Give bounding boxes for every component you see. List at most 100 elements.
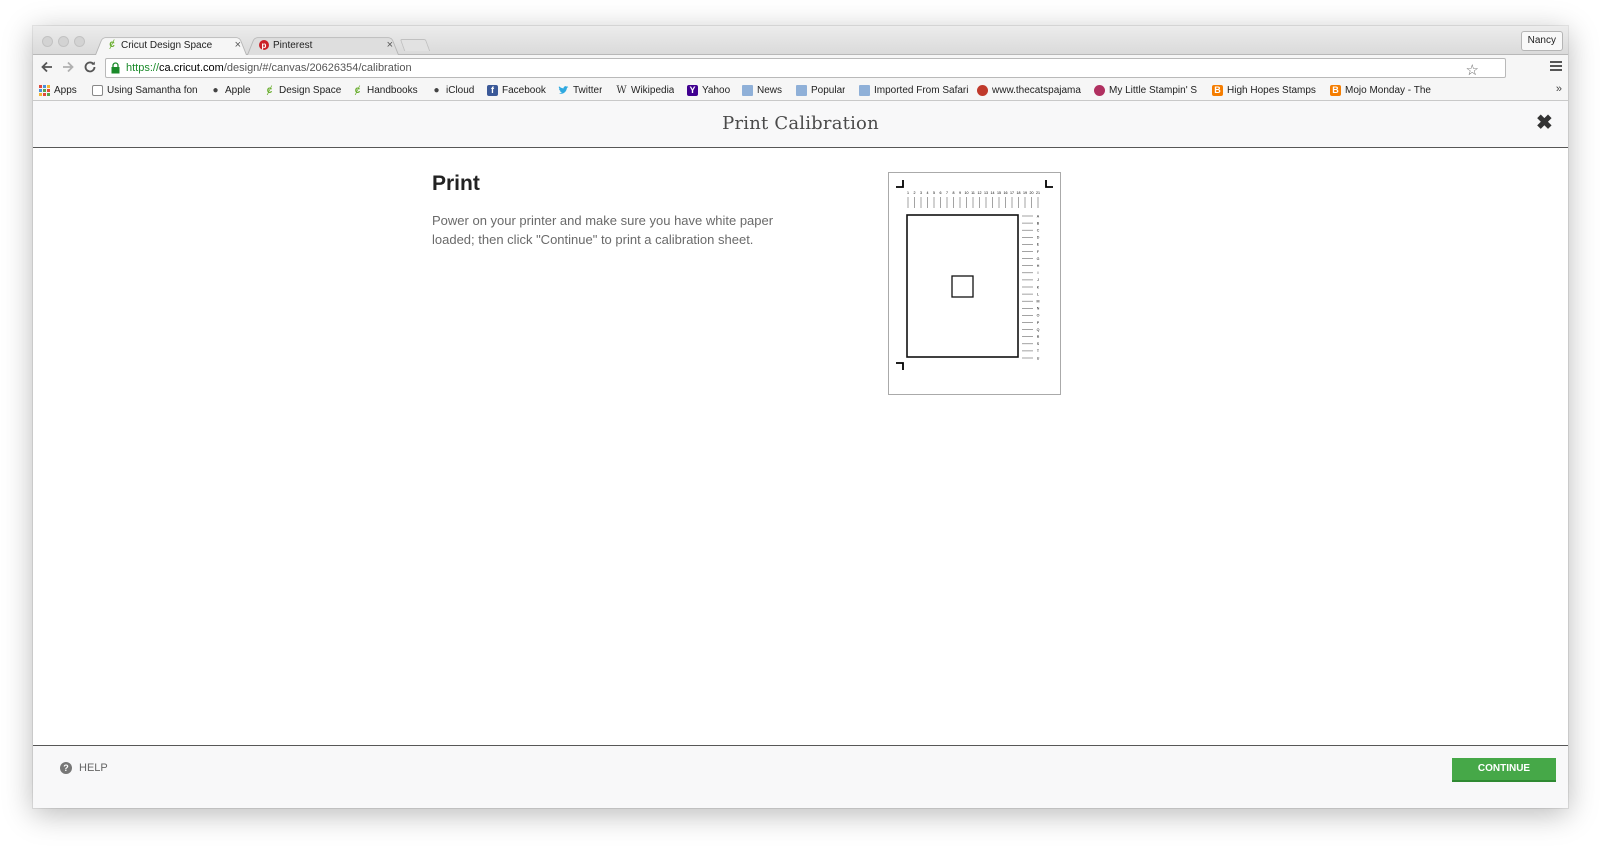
bookmark-twitter[interactable]: Twitter (558, 84, 602, 97)
bookmark-facebook[interactable]: f Facebook (487, 84, 546, 97)
wikipedia-icon: W (616, 85, 627, 96)
column-number-label: 16 (1004, 191, 1008, 195)
bookmark-yahoo[interactable]: Y Yahoo (687, 84, 730, 97)
profile-button[interactable]: Nancy (1520, 31, 1563, 51)
tab-cricut-design-space[interactable]: ȼ Cricut Design Space × (95, 35, 247, 55)
pinterest-icon: p (259, 40, 269, 50)
row-letter-label: H (1037, 264, 1040, 268)
minimize-window-button[interactable] (58, 36, 69, 47)
help-link[interactable]: ? HELP (60, 762, 108, 774)
bookmark-folder-news[interactable]: News (742, 84, 782, 97)
row-letter-label: S (1037, 342, 1040, 346)
bookmarks-bar: Apps Using Samantha fon ● Apple ȼ Design… (33, 80, 1568, 101)
browser-window: ȼ Cricut Design Space × p Pinterest × Na… (33, 26, 1568, 808)
step-title: Print (432, 172, 480, 195)
row-letter-label: G (1037, 257, 1040, 261)
lock-icon (111, 62, 120, 74)
stamp-icon (1094, 85, 1105, 96)
bookmark-my-little-stampin[interactable]: My Little Stampin' S (1094, 84, 1200, 97)
column-number-label: 4 (927, 191, 929, 195)
bookmark-high-hopes-stamps[interactable]: B High Hopes Stamps (1212, 84, 1316, 97)
blogger-icon: B (1330, 85, 1341, 96)
forward-arrow-icon[interactable] (60, 59, 76, 75)
reload-icon[interactable] (82, 59, 98, 75)
column-number-label: 8 (953, 191, 955, 195)
row-letter-label: O (1037, 314, 1040, 318)
tab-title: Cricut Design Space (121, 39, 213, 51)
blogger-icon: B (1212, 85, 1223, 96)
row-letter-label: D (1037, 236, 1040, 240)
folder-icon (742, 85, 753, 96)
row-letter-label: A (1037, 214, 1040, 218)
close-window-button[interactable] (42, 36, 53, 47)
apple-icon: ● (433, 85, 440, 96)
new-tab-button[interactable] (399, 39, 431, 51)
twitter-icon (558, 85, 569, 96)
calibration-sheet-preview: 1 2 3 4 5 6 7 8 9 10 11 12 13 14 15 16 17 18 19 20 21 ABCDEF… (888, 172, 1061, 395)
dialog-header: Print Calibration ✖ (33, 101, 1568, 148)
zoom-window-button[interactable] (74, 36, 85, 47)
address-bar[interactable]: https://ca.cricut.com/design/#/canvas/20… (105, 58, 1506, 80)
row-letter-label: P (1037, 321, 1040, 325)
bookmark-wikipedia[interactable]: W Wikipedia (616, 84, 674, 97)
page-icon (92, 85, 103, 96)
column-number-label: 10 (965, 191, 969, 195)
bookmark-folder-popular[interactable]: Popular (796, 84, 845, 97)
bookmark-mojo-monday[interactable]: B Mojo Monday - The (1330, 84, 1436, 97)
tab-pinterest[interactable]: p Pinterest × (247, 35, 399, 55)
row-letter-label: C (1037, 229, 1040, 233)
tab-close-icon[interactable]: × (387, 39, 393, 51)
dialog-footer: ? HELP CONTINUE (33, 745, 1568, 808)
row-letter-label: T (1037, 349, 1040, 353)
column-number-label: 6 (940, 191, 942, 195)
row-letter-label: I (1038, 271, 1039, 275)
column-number-label: 14 (991, 191, 995, 195)
column-number-label: 21 (1036, 191, 1040, 195)
dialog-title: Print Calibration (722, 113, 879, 134)
help-label: HELP (79, 762, 108, 774)
row-letter-label: L (1037, 292, 1039, 296)
close-icon[interactable]: ✖ (1536, 113, 1553, 133)
bookmark-handbooks[interactable]: ȼ Handbooks (352, 84, 418, 97)
bookmark-folder-imported-from-safari[interactable]: Imported From Safari (859, 84, 968, 97)
bookmark-apps[interactable]: Apps (39, 84, 77, 97)
cricut-icon: ȼ (354, 85, 361, 96)
calibration-sheet-image: 1 2 3 4 5 6 7 8 9 10 11 12 13 14 15 16 17 18 19 20 21 ABCDEF… (896, 180, 1053, 370)
column-number-label: 9 (959, 191, 961, 195)
row-letter-label: F (1037, 250, 1040, 254)
column-number-label: 20 (1030, 191, 1034, 195)
back-arrow-icon[interactable] (39, 59, 55, 75)
browser-toolbar: https://ca.cricut.com/design/#/canvas/20… (33, 55, 1568, 80)
bookmark-icloud[interactable]: ● iCloud (431, 84, 474, 97)
continue-button[interactable]: CONTINUE (1452, 758, 1556, 782)
row-letter-label: N (1037, 307, 1040, 311)
column-number-label: 12 (978, 191, 982, 195)
column-number-label: 5 (933, 191, 935, 195)
step-instructions: Power on your printer and make sure you … (432, 213, 774, 247)
bookmark-design-space[interactable]: ȼ Design Space (264, 84, 342, 97)
column-number-label: 11 (971, 191, 975, 195)
bookmark-apple[interactable]: ● Apple (210, 84, 250, 97)
row-letter-label: M (1037, 300, 1040, 304)
bookmark-thecatspajamas[interactable]: www.thecatspajama (977, 84, 1081, 97)
row-letter-label: Q (1037, 328, 1040, 332)
svg-text:p: p (262, 41, 267, 50)
folder-icon (796, 85, 807, 96)
bookmarks-overflow-icon[interactable]: » (1556, 83, 1562, 95)
row-letter-label: U (1037, 356, 1040, 360)
url-scheme: https:// (126, 62, 160, 74)
column-number-label: 18 (1017, 191, 1021, 195)
row-letter-label: R (1037, 335, 1040, 339)
column-number-label: 7 (946, 191, 948, 195)
hamburger-menu-icon[interactable] (1550, 61, 1562, 72)
yahoo-icon: Y (687, 85, 698, 96)
cricut-icon: ȼ (266, 85, 273, 96)
column-number-label: 17 (1010, 191, 1014, 195)
tab-close-icon[interactable]: × (235, 39, 241, 51)
bookmark-star-icon[interactable]: ☆ (1466, 62, 1479, 80)
url-path: /design/#/canvas/20626354/calibration (223, 62, 412, 74)
apps-grid-icon (39, 85, 50, 96)
bookmark-using-samantha[interactable]: Using Samantha fon (92, 84, 198, 97)
column-number-label: 13 (984, 191, 988, 195)
row-letter-label: K (1037, 285, 1040, 289)
